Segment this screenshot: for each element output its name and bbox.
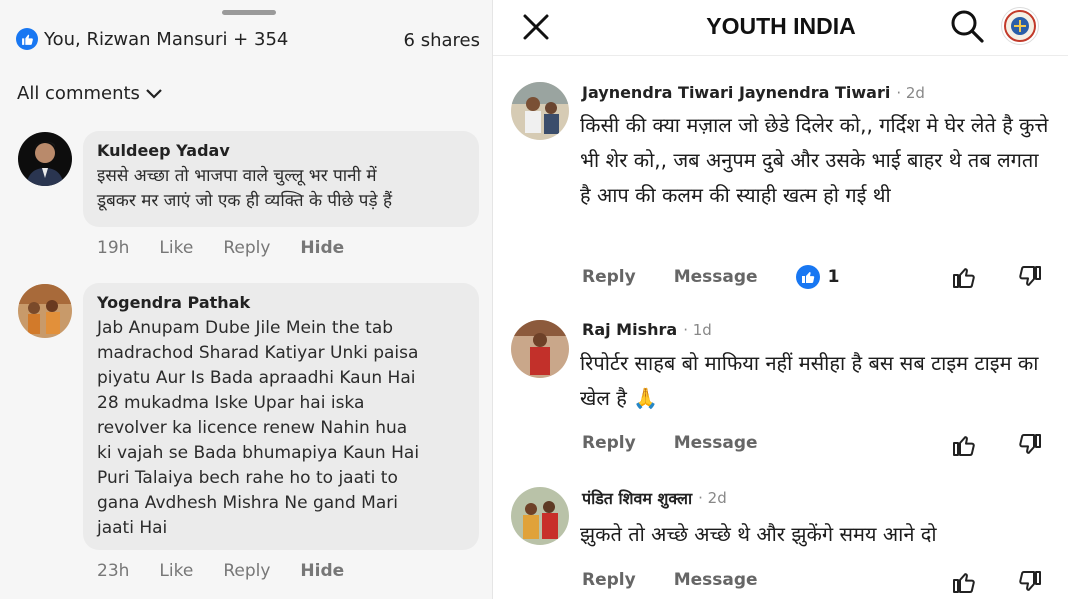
avatar[interactable] — [18, 132, 72, 186]
comment-time: 23h — [97, 561, 130, 581]
reply-button[interactable]: Reply — [582, 570, 636, 590]
avatar[interactable] — [18, 284, 72, 338]
all-comments-dropdown[interactable]: All comments — [17, 83, 162, 104]
like-reaction-icon — [795, 265, 820, 289]
all-comments-label: All comments — [17, 83, 140, 104]
commenter-name[interactable]: Raj Mishra — [582, 320, 677, 339]
drag-handle[interactable] — [222, 10, 276, 15]
avatar[interactable] — [511, 487, 569, 545]
youtube-comments-panel: YOUTH INDIA Jaynendra Tiwari Jaynendra T… — [492, 0, 1068, 599]
comment-bubble: Kuldeep Yadav इससे अच्छा तो भाजपा वाले च… — [83, 131, 479, 227]
comment-actions: 23h Like Reply Hide — [97, 561, 344, 581]
commenter-name[interactable]: पंडित शिवम शुक्ला — [582, 487, 692, 509]
avatar[interactable] — [511, 320, 569, 378]
comment-text: रिपोर्टर साहब बो माफिया नहीं मसीहा है बस… — [580, 351, 1039, 410]
channel-logo-icon[interactable] — [1001, 7, 1039, 45]
thumbs-up-icon[interactable] — [951, 432, 977, 458]
thumbs-up-icon[interactable] — [951, 264, 977, 290]
comment-time: · 1d — [683, 320, 712, 339]
like-reaction-icon — [16, 28, 38, 50]
comment-actions: Reply Message — [582, 433, 796, 453]
comment-time: · 2d — [896, 83, 925, 102]
commenter-name[interactable]: Yogendra Pathak — [97, 293, 465, 312]
comment-actions: 19h Like Reply Hide — [97, 238, 344, 258]
thumbs-up-icon[interactable] — [951, 569, 977, 595]
comment-text: झुकते तो अच्छे अच्छे थे और झुकेंगे समय आ… — [580, 522, 937, 546]
comment-actions: Reply Message — [582, 570, 796, 590]
vote-buttons — [951, 264, 1043, 290]
vote-buttons — [951, 432, 1043, 458]
like-button[interactable]: Like — [159, 561, 193, 581]
message-button[interactable]: Message — [674, 570, 758, 590]
commenter-name[interactable]: Kuldeep Yadav — [97, 141, 465, 160]
shares-count[interactable]: 6 shares — [404, 30, 480, 51]
reactions-text: You, Rizwan Mansuri + 354 — [44, 28, 289, 50]
message-button[interactable]: Message — [674, 433, 758, 453]
like-button[interactable]: Like — [159, 238, 193, 258]
search-icon[interactable] — [949, 8, 985, 44]
reaction-summary[interactable]: 1 — [795, 265, 878, 289]
hide-button[interactable]: Hide — [300, 238, 344, 258]
commenter-name[interactable]: Jaynendra Tiwari Jaynendra Tiwari — [582, 83, 890, 102]
reaction-count: 1 — [827, 267, 840, 287]
comment-actions: Reply Message 1 — [582, 265, 877, 289]
comment-time: 19h — [97, 238, 130, 258]
thumbs-down-icon[interactable] — [1017, 432, 1043, 458]
reactions-summary[interactable]: You, Rizwan Mansuri + 354 — [16, 28, 288, 50]
comment-header: पंडित शिवम शुक्ला · 2d — [582, 487, 727, 509]
facebook-comments-panel: You, Rizwan Mansuri + 354 6 shares All c… — [0, 0, 492, 599]
comment-time: · 2d — [698, 489, 727, 507]
comment-header: Jaynendra Tiwari Jaynendra Tiwari · 2d — [582, 83, 925, 102]
comment-text: इससे अच्छा तो भाजपा वाले चुल्लू भर पानी … — [97, 166, 392, 211]
comment-bubble: Yogendra Pathak Jab Anupam Dube Jile Mei… — [83, 283, 479, 550]
reply-button[interactable]: Reply — [223, 561, 270, 581]
chevron-down-icon — [146, 88, 162, 99]
hide-button[interactable]: Hide — [300, 561, 344, 581]
vote-buttons — [951, 569, 1043, 595]
reply-button[interactable]: Reply — [223, 238, 270, 258]
message-button[interactable]: Message — [674, 267, 758, 287]
comment-text: Jab Anupam Dube Jile Mein the tab madrac… — [97, 318, 420, 538]
reply-button[interactable]: Reply — [582, 267, 636, 287]
avatar[interactable] — [511, 82, 569, 140]
thumbs-down-icon[interactable] — [1017, 569, 1043, 595]
reply-button[interactable]: Reply — [582, 433, 636, 453]
thumbs-down-icon[interactable] — [1017, 264, 1043, 290]
top-bar: YOUTH INDIA — [493, 0, 1068, 56]
comment-header: Raj Mishra · 1d — [582, 320, 712, 339]
comment-text: किसी की क्या मज़ाल जो छेडे दिलेर को,, गर… — [580, 113, 1049, 207]
